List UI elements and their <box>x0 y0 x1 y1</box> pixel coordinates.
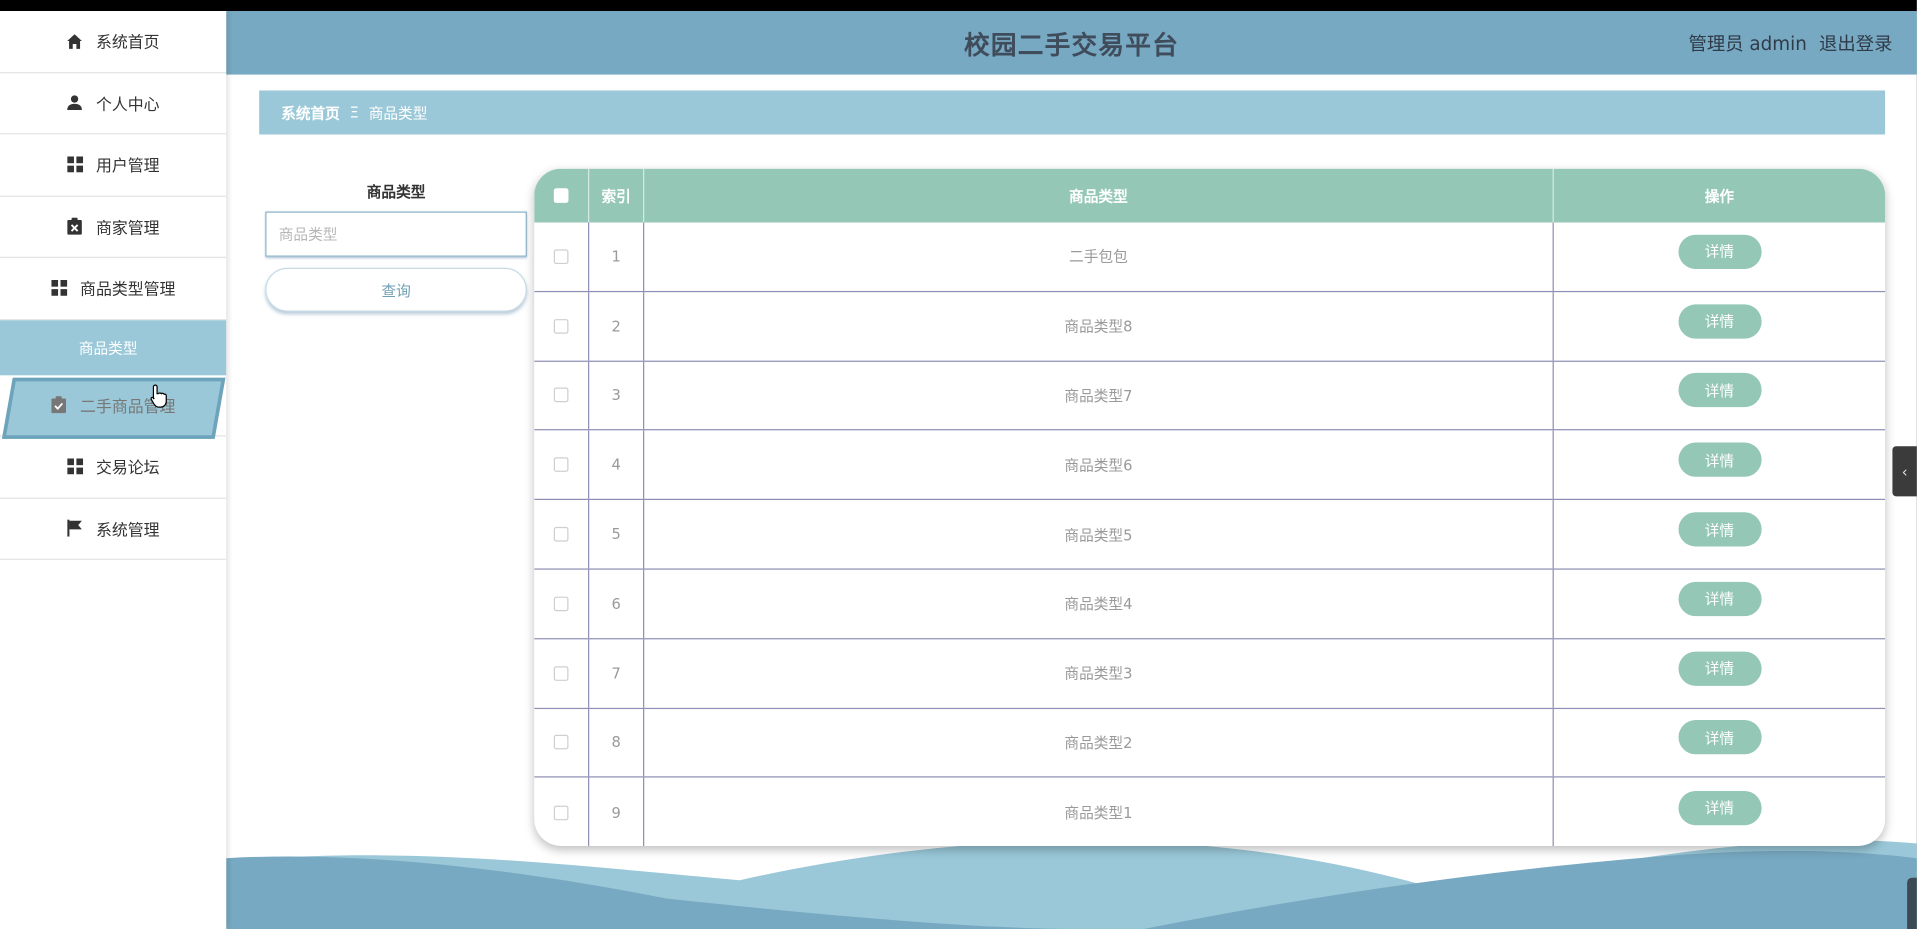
data-table: 索引 商品类型 操作 1 二手包包 详情 2 商品类型8 详情 3 商品类型7 详情 4 商品… <box>534 168 1886 846</box>
search-button[interactable]: 查询 <box>265 267 527 312</box>
detail-button[interactable]: 详情 <box>1677 442 1762 478</box>
row-checkbox[interactable] <box>553 805 569 821</box>
table-row: 6 商品类型4 详情 <box>534 569 1886 640</box>
row-index: 2 <box>589 291 645 361</box>
row-type: 商品类型3 <box>644 639 1554 708</box>
table-row: 7 商品类型3 详情 <box>534 639 1886 709</box>
select-all-cell <box>534 168 590 223</box>
grid-icon <box>67 156 84 173</box>
top-strip <box>0 0 1917 12</box>
table-row: 4 商品类型6 详情 <box>534 430 1886 501</box>
sidebar-item-label: 用户管理 <box>95 158 160 177</box>
row-type: 商品类型1 <box>644 777 1554 846</box>
clipboard-check-icon <box>51 396 68 414</box>
row-index: 8 <box>589 708 645 777</box>
corner-widget <box>1907 877 1917 929</box>
row-checkbox[interactable] <box>553 249 569 264</box>
grid-icon <box>67 458 84 475</box>
row-type: 二手包包 <box>644 222 1554 291</box>
sidebar-item-label: 商品类型管理 <box>80 281 176 300</box>
table-row: 5 商品类型5 详情 <box>534 500 1886 570</box>
select-all-checkbox[interactable] <box>553 188 569 203</box>
header-type: 商品类型 <box>644 168 1554 223</box>
row-index: 3 <box>589 361 645 430</box>
table-row: 1 二手包包 详情 <box>534 222 1886 292</box>
search-label: 商品类型 <box>366 183 426 201</box>
app-title: 校园二手交易平台 <box>963 30 1180 60</box>
mouse-cursor-icon <box>150 384 167 408</box>
clipboard-x-icon <box>67 217 84 236</box>
sidebar-item-home[interactable]: 系统首页 <box>0 11 227 73</box>
row-type: 商品类型6 <box>644 430 1554 500</box>
user-area: 管理员 admin 退出登录 <box>1689 31 1893 57</box>
grid-icon <box>51 280 68 297</box>
row-checkbox[interactable] <box>553 388 569 403</box>
logout-link[interactable]: 退出登录 <box>1819 31 1892 57</box>
sidebar-item-label: 系统管理 <box>95 521 160 541</box>
row-type: 商品类型8 <box>644 291 1554 361</box>
header-action: 操作 <box>1704 187 1735 205</box>
table-row: 3 商品类型7 详情 <box>534 361 1886 431</box>
sidebar-item-system[interactable]: 系统管理 <box>0 498 227 560</box>
detail-button[interactable]: 详情 <box>1677 512 1762 547</box>
row-index: 4 <box>589 430 645 500</box>
detail-button[interactable]: 详情 <box>1677 720 1762 755</box>
sidebar-item-label: 商家管理 <box>95 219 160 239</box>
sidebar-item-forum[interactable]: 交易论坛 <box>0 436 227 499</box>
side-collapse-tab[interactable]: ‹ <box>1892 446 1917 497</box>
sidebar-item-profile[interactable]: 个人中心 <box>0 73 227 135</box>
row-index: 1 <box>589 222 645 291</box>
row-checkbox[interactable] <box>553 735 569 750</box>
user-icon <box>67 94 84 111</box>
table-body: 1 二手包包 详情 2 商品类型8 详情 3 商品类型7 详情 4 商品类型6 详情 5 商品类型… <box>534 222 1886 846</box>
row-index: 5 <box>589 500 645 569</box>
detail-button[interactable]: 详情 <box>1677 651 1762 686</box>
detail-button[interactable]: 详情 <box>1677 304 1762 339</box>
app-window: 校园二手交易平台 管理员 admin 退出登录 系统首页 个人中心 用户管理 商… <box>0 0 1917 929</box>
row-type: 商品类型5 <box>644 500 1554 569</box>
sidebar-item-merchants[interactable]: 商家管理 <box>0 196 227 258</box>
table-row: 9 商品类型1 详情 <box>534 777 1885 846</box>
breadcrumb-separator: Ξ <box>349 103 359 122</box>
row-index: 7 <box>589 639 645 708</box>
row-index: 6 <box>589 569 645 638</box>
row-checkbox[interactable] <box>553 457 569 473</box>
detail-button[interactable]: 详情 <box>1677 581 1762 616</box>
home-icon <box>67 33 84 50</box>
search-input[interactable] <box>265 211 527 257</box>
chevron-left-icon: ‹ <box>1901 462 1908 480</box>
breadcrumb: 系统首页 Ξ 商品类型 <box>259 90 1886 135</box>
header-index: 索引 <box>589 168 645 223</box>
breadcrumb-current: 商品类型 <box>368 104 428 122</box>
sidebar-item-label: 交易论坛 <box>95 459 160 479</box>
sidebar-item-used-goods[interactable]: 二手商品管理 <box>0 375 227 437</box>
row-checkbox[interactable] <box>553 596 569 612</box>
row-index: 9 <box>589 777 645 846</box>
sidebar-subitem-product-type[interactable]: 商品类型 <box>0 319 227 375</box>
sidebar-item-users[interactable]: 用户管理 <box>0 134 227 197</box>
table-row: 2 商品类型8 详情 <box>534 291 1886 362</box>
header: 校园二手交易平台 管理员 admin 退出登录 <box>226 11 1917 75</box>
detail-button[interactable]: 详情 <box>1677 373 1762 408</box>
table-row: 8 商品类型2 详情 <box>534 708 1886 778</box>
row-checkbox[interactable] <box>553 318 569 334</box>
current-user: 管理员 admin <box>1688 33 1807 56</box>
table-header: 索引 商品类型 操作 <box>534 168 1886 223</box>
breadcrumb-home[interactable]: 系统首页 <box>281 102 340 123</box>
sidebar-item-label: 系统首页 <box>95 34 160 53</box>
sidebar-item-label: 个人中心 <box>95 96 160 115</box>
flag-icon <box>67 519 84 537</box>
row-checkbox[interactable] <box>553 526 569 542</box>
sidebar-item-product-type-mgmt[interactable]: 商品类型管理 <box>0 258 227 320</box>
sidebar: 系统首页 个人中心 用户管理 商家管理 商品类型管理 商品类型 二手商品管理 交… <box>0 11 227 929</box>
row-type: 商品类型7 <box>644 361 1554 430</box>
row-type: 商品类型2 <box>644 708 1554 777</box>
row-checkbox[interactable] <box>553 665 569 681</box>
detail-button[interactable]: 详情 <box>1677 234 1762 269</box>
row-type: 商品类型4 <box>644 569 1554 638</box>
detail-button[interactable]: 详情 <box>1677 790 1762 825</box>
